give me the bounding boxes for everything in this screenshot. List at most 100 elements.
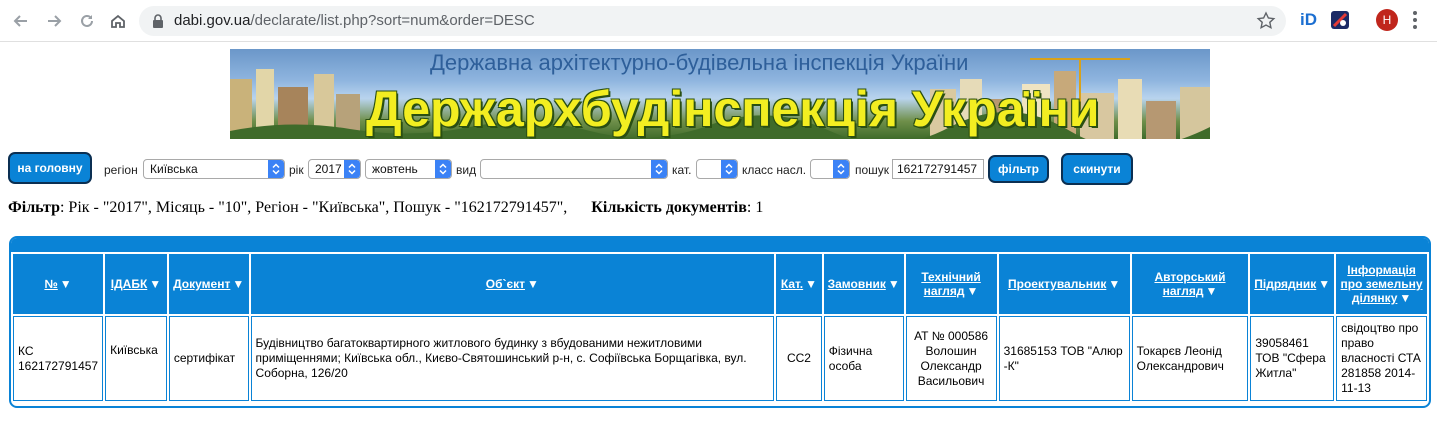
home-page-button[interactable]: на головну <box>8 152 92 184</box>
year-select[interactable]: 2017 <box>308 159 361 179</box>
cell-customer: Фізична особа <box>823 316 904 401</box>
extension-id-icon[interactable]: iD <box>1300 10 1317 30</box>
year-label: рік <box>289 163 304 177</box>
sort-desc-icon[interactable]: ▼ <box>527 277 539 291</box>
sort-desc-icon[interactable]: ▼ <box>967 284 979 298</box>
kebab-menu-icon <box>1413 11 1417 29</box>
sort-desc-icon[interactable]: ▼ <box>805 277 817 291</box>
browser-toolbar: dabi.gov.ua/declarate/list.php?sort=num&… <box>0 0 1437 42</box>
category-select[interactable] <box>696 159 738 179</box>
column-header-idabk[interactable]: ІДАБК ▼ <box>105 254 167 314</box>
column-header-customer[interactable]: Замовник ▼ <box>823 254 904 314</box>
extension-flag-glyph <box>1332 12 1348 28</box>
sort-desc-icon[interactable]: ▼ <box>888 277 900 291</box>
year-select-value: 2017 <box>315 162 342 176</box>
class-select[interactable] <box>810 159 850 179</box>
month-select[interactable]: жовтень <box>365 159 452 179</box>
column-header-contractor[interactable]: Підрядник ▼ <box>1250 254 1335 314</box>
select-arrows-icon <box>268 160 284 178</box>
column-header-designer[interactable]: Проектувальник ▼ <box>998 254 1130 314</box>
sort-desc-icon[interactable]: ▼ <box>1108 277 1120 291</box>
cell-object: Будівництво багатоквартирного житлового … <box>250 316 775 401</box>
sort-desc-icon[interactable]: ▼ <box>1318 277 1330 291</box>
banner-title: Держархбудінспекція України <box>366 81 1100 137</box>
table-header-row: № ▼ ІДАБК ▼ Документ ▼ Об`єкт ▼ Кат. ▼ Замовн… <box>13 254 1427 314</box>
category-label: кат. <box>672 163 692 177</box>
select-arrows-icon <box>344 160 360 178</box>
column-header-object[interactable]: Об`єкт ▼ <box>250 254 775 314</box>
sort-link-customer[interactable]: Замовник <box>828 277 886 291</box>
sort-link-document[interactable]: Документ <box>173 277 230 291</box>
filter-summary-text: : Рік - "2017", Місяць - "10", Регіон - … <box>59 199 568 216</box>
cell-land-info: свідоцтво про право власності СТА 281858… <box>1336 316 1427 401</box>
back-arrow-icon <box>13 15 27 27</box>
region-label: регіон <box>104 163 138 177</box>
forward-arrow-icon <box>48 15 62 27</box>
column-header-land-info[interactable]: Інформація про земельну ділянку ▼ <box>1336 254 1427 314</box>
cell-technical-supervision: АТ № 000586 Волошин Олександр Васильович <box>905 316 997 401</box>
cell-category: СС2 <box>776 316 822 401</box>
search-input[interactable] <box>892 159 984 179</box>
sort-link-designer[interactable]: Проектувальник <box>1008 277 1106 291</box>
column-header-technical-supervision[interactable]: Технічний нагляд ▼ <box>905 254 997 314</box>
table-row: КС 162172791457 Київська сертифікат Буді… <box>13 316 1427 401</box>
sort-desc-icon[interactable]: ▼ <box>232 277 244 291</box>
site-banner: Державна архітектурно-будівельна інспекц… <box>230 49 1210 139</box>
class-label: класс насл. <box>742 163 807 177</box>
filter-summary-key: Фільтр <box>8 199 60 216</box>
search-label: пошук <box>855 163 890 177</box>
sort-desc-icon[interactable]: ▼ <box>60 277 72 291</box>
bookmark-star-icon[interactable] <box>1256 11 1276 31</box>
cell-author-supervision: Токарєв Леонід Олександрович <box>1131 316 1249 401</box>
select-arrows-icon <box>833 160 849 178</box>
extension-flag-icon[interactable] <box>1331 11 1349 29</box>
table-top-bar <box>11 238 1429 252</box>
select-arrows-icon <box>435 160 451 178</box>
select-arrows-icon <box>721 160 737 178</box>
reset-button[interactable]: скинути <box>1061 153 1133 185</box>
reload-icon <box>81 14 93 27</box>
filter-summary: Фільтр: Рік - "2017", Місяць - "10", Рег… <box>8 199 763 217</box>
sort-desc-icon[interactable]: ▼ <box>1399 291 1411 305</box>
region-select-value: Київська <box>150 162 198 176</box>
reload-button[interactable] <box>74 8 100 34</box>
cell-contractor: 39058461 ТОВ "Сфера Житла" <box>1250 316 1335 401</box>
type-select[interactable] <box>480 159 668 179</box>
banner-subtitle: Державна архітектурно-будівельна інспекц… <box>430 50 969 75</box>
home-icon <box>111 14 125 28</box>
document-count-key: Кількість документів <box>591 199 747 216</box>
select-arrows-icon <box>651 160 667 178</box>
column-header-document[interactable]: Документ ▼ <box>168 254 249 314</box>
region-select[interactable]: Київська <box>143 159 285 179</box>
cell-document: сертифікат <box>168 316 249 401</box>
filter-button[interactable]: фільтр <box>988 155 1049 183</box>
month-select-value: жовтень <box>372 162 418 176</box>
url-path: /declarate/list.php?sort=num&order=DESC <box>250 12 535 29</box>
url-text: dabi.gov.ua/declarate/list.php?sort=num&… <box>174 12 535 29</box>
sort-link-idabk[interactable]: ІДАБК <box>111 277 148 291</box>
cell-idabk: Київська <box>105 316 167 401</box>
forward-button[interactable] <box>41 8 67 34</box>
documents-table: № ▼ ІДАБК ▼ Документ ▼ Об`єкт ▼ Кат. ▼ Замовн… <box>11 252 1429 403</box>
column-header-author-supervision[interactable]: Авторський нагляд ▼ <box>1131 254 1249 314</box>
sort-link-category[interactable]: Кат. <box>781 277 803 291</box>
cell-designer: 31685153 ТОВ "Алюр -К" <box>998 316 1130 401</box>
profile-avatar[interactable]: H <box>1376 9 1398 31</box>
sort-link-number[interactable]: № <box>44 277 57 291</box>
type-label: вид <box>456 163 477 177</box>
sort-desc-icon[interactable]: ▼ <box>149 277 161 291</box>
sort-link-contractor[interactable]: Підрядник <box>1254 277 1316 291</box>
sort-desc-icon[interactable]: ▼ <box>1206 284 1218 298</box>
home-button[interactable] <box>105 8 131 34</box>
document-count-value: : 1 <box>746 199 764 216</box>
sort-link-object[interactable]: Об`єкт <box>486 277 525 291</box>
lock-icon <box>153 14 163 28</box>
browser-menu-button[interactable] <box>1412 9 1418 36</box>
url-host: dabi.gov.ua <box>174 12 251 29</box>
address-bar[interactable]: dabi.gov.ua/declarate/list.php?sort=num&… <box>139 6 1286 36</box>
column-header-number[interactable]: № ▼ <box>13 254 104 314</box>
documents-table-panel: № ▼ ІДАБК ▼ Документ ▼ Об`єкт ▼ Кат. ▼ Замовн… <box>9 236 1431 408</box>
back-button[interactable] <box>8 8 34 34</box>
cell-number: КС 162172791457 <box>13 316 104 401</box>
column-header-category[interactable]: Кат. ▼ <box>776 254 822 314</box>
